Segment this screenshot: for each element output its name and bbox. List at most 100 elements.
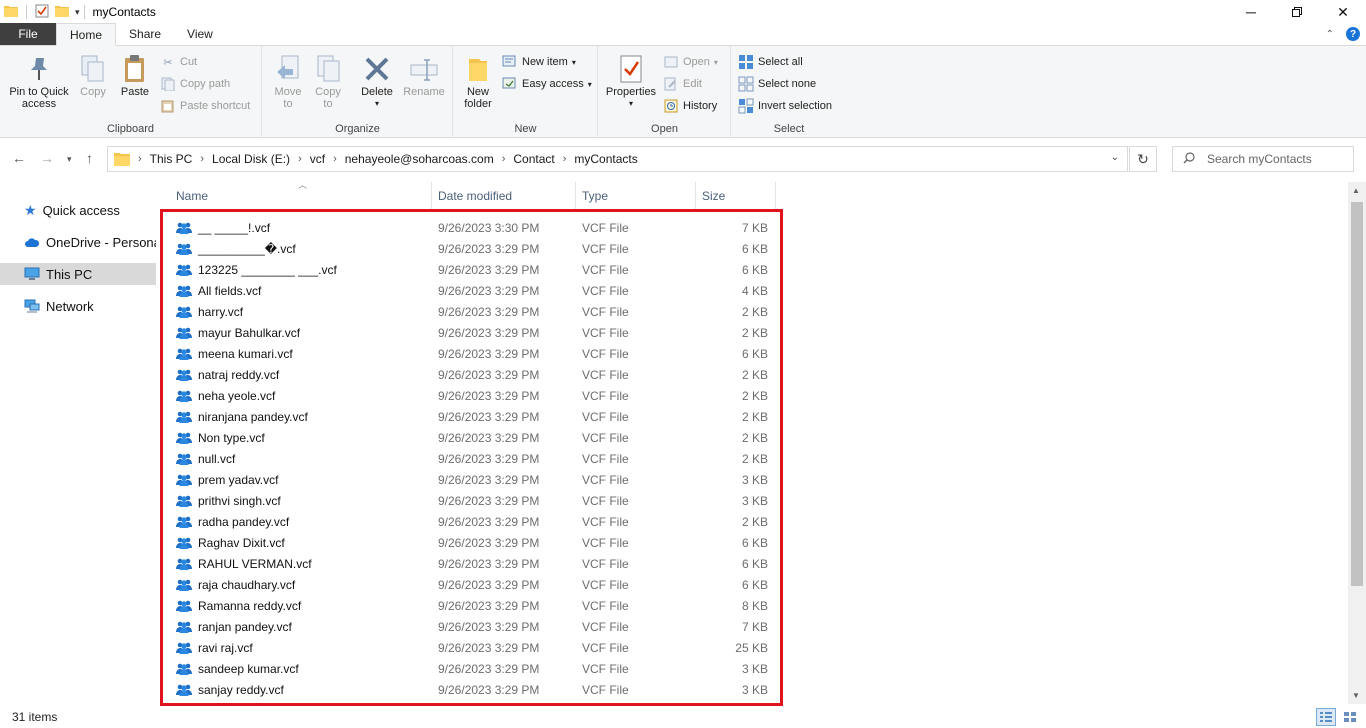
- edit-button[interactable]: Edit: [663, 74, 702, 94]
- address-folder-icon: [114, 152, 130, 166]
- ribbon: Pin to Quick access Copy Paste ✂ Cut Cop…: [0, 46, 1366, 138]
- search-box[interactable]: Search myContacts: [1172, 146, 1354, 172]
- file-size: 2 KB: [741, 409, 768, 424]
- breadcrumb-mycontacts[interactable]: myContacts: [574, 152, 637, 166]
- nav-onedrive[interactable]: OneDrive - Personal: [0, 231, 156, 253]
- column-header-date-modified[interactable]: Date modified: [432, 182, 576, 210]
- tab-file[interactable]: File: [0, 23, 56, 45]
- file-row[interactable]: Non type.vcf 9/26/2023 3:29 PM VCF File 2 K…: [170, 427, 774, 448]
- file-row[interactable]: null.vcf 9/26/2023 3:29 PM VCF File 2 KB: [170, 448, 774, 469]
- properties-button[interactable]: Properties ▾: [603, 52, 659, 110]
- large-icons-view-button[interactable]: [1340, 708, 1360, 726]
- delete-button[interactable]: Delete ▾: [359, 52, 395, 110]
- forward-arrow-icon[interactable]: →: [40, 150, 54, 166]
- address-bar[interactable]: › This PC › Local Disk (E:) › vcf › neha…: [107, 146, 1128, 172]
- file-size: 6 KB: [741, 535, 768, 550]
- nav-quick-access[interactable]: ★ Quick access: [0, 199, 156, 221]
- select-none-button[interactable]: Select none: [738, 74, 816, 94]
- file-name: neha yeole.vcf: [198, 388, 276, 403]
- column-header-type[interactable]: Type: [576, 182, 696, 210]
- open-icon: [663, 54, 679, 70]
- tab-view[interactable]: View: [174, 23, 226, 45]
- nav-network[interactable]: Network: [0, 295, 156, 317]
- copy-button[interactable]: Copy: [76, 52, 110, 98]
- help-icon[interactable]: ?: [1346, 27, 1360, 41]
- breadcrumb-email-folder[interactable]: nehayeole@soharcoas.com: [345, 152, 494, 166]
- select-all-button[interactable]: Select all: [738, 52, 803, 72]
- breadcrumb-local-disk[interactable]: Local Disk (E:): [212, 152, 290, 166]
- file-row[interactable]: __ _____!.vcf 9/26/2023 3:30 PM VCF File 7 …: [170, 217, 774, 238]
- copy-to-button[interactable]: Copy to: [311, 52, 345, 110]
- file-type: VCF File: [582, 388, 629, 403]
- pin-to-quick-access-button[interactable]: Pin to Quick access: [6, 52, 72, 110]
- column-header-name[interactable]: Name: [170, 182, 432, 210]
- file-row[interactable]: sanjay reddy.vcf 9/26/2023 3:29 PM VCF Fil…: [170, 679, 774, 700]
- file-row[interactable]: prem yadav.vcf 9/26/2023 3:29 PM VCF File 3…: [170, 469, 774, 490]
- file-row[interactable]: prithvi singh.vcf 9/26/2023 3:29 PM VCF Fi…: [170, 490, 774, 511]
- file-row[interactable]: radha pandey.vcf 9/26/2023 3:29 PM VCF Fil…: [170, 511, 774, 532]
- open-button[interactable]: Open ▾: [663, 52, 718, 72]
- file-row[interactable]: ranjan pandey.vcf 9/26/2023 3:29 PM VCF Fi…: [170, 616, 774, 637]
- file-row[interactable]: Raghav Dixit.vcf 9/26/2023 3:29 PM VCF Fil…: [170, 532, 774, 553]
- details-view-button[interactable]: [1316, 708, 1336, 726]
- file-row[interactable]: sandeep kumar.vcf 9/26/2023 3:29 PM VCF Fi…: [170, 658, 774, 679]
- easy-access-button[interactable]: Easy access ▾: [502, 74, 592, 94]
- ribbon-collapse-chevron-icon[interactable]: ⌃: [1326, 29, 1334, 40]
- rename-button[interactable]: Rename: [401, 52, 447, 98]
- new-item-button[interactable]: New item ▾: [502, 52, 576, 72]
- search-input[interactable]: Search myContacts: [1207, 152, 1312, 166]
- file-name: sandeep kumar.vcf: [198, 661, 299, 676]
- back-arrow-icon[interactable]: ←: [12, 150, 26, 166]
- cut-button[interactable]: ✂ Cut: [160, 52, 197, 72]
- file-size: 3 KB: [741, 661, 768, 676]
- move-to-button[interactable]: Move to: [271, 52, 305, 110]
- file-row[interactable]: All fields.vcf 9/26/2023 3:29 PM VCF File 4…: [170, 280, 774, 301]
- column-header-size[interactable]: Size: [696, 182, 776, 210]
- restore-button[interactable]: [1274, 0, 1320, 24]
- file-row[interactable]: harry.vcf 9/26/2023 3:29 PM VCF File 2 KB: [170, 301, 774, 322]
- file-row[interactable]: neha yeole.vcf 9/26/2023 3:29 PM VCF File 2…: [170, 385, 774, 406]
- organize-group: Move to Copy to Delete ▾ Rename Organize: [263, 46, 453, 138]
- tab-share[interactable]: Share: [116, 23, 174, 45]
- refresh-button[interactable]: ↻: [1129, 146, 1157, 172]
- file-date: 9/26/2023 3:29 PM: [438, 346, 540, 361]
- new-folder-button[interactable]: New folder: [460, 52, 496, 110]
- file-row[interactable]: raja chaudhary.vcf 9/26/2023 3:29 PM VCF F…: [170, 574, 774, 595]
- file-row[interactable]: RAHUL VERMAN.vcf 9/26/2023 3:29 PM VCF Fil…: [170, 553, 774, 574]
- copy-path-button[interactable]: Copy path: [160, 74, 230, 94]
- paste-shortcut-button[interactable]: Paste shortcut: [160, 96, 250, 116]
- new-folder-icon[interactable]: [55, 5, 69, 20]
- address-history-chevron-icon[interactable]: ⌄: [1111, 152, 1119, 163]
- qa-customize-chevron-icon[interactable]: ▾: [75, 7, 80, 18]
- scrollbar-thumb[interactable]: [1351, 202, 1363, 586]
- breadcrumb-vcf[interactable]: vcf: [310, 152, 325, 166]
- paste-button[interactable]: Paste: [117, 52, 153, 98]
- select-group: Select all Select none Invert selection …: [732, 46, 846, 138]
- file-row[interactable]: meena kumari.vcf 9/26/2023 3:29 PM VCF Fil…: [170, 343, 774, 364]
- nav-this-pc[interactable]: This PC: [0, 263, 156, 285]
- file-row[interactable]: natraj reddy.vcf 9/26/2023 3:29 PM VCF Fil…: [170, 364, 774, 385]
- recent-locations-chevron-icon[interactable]: ▾: [67, 154, 72, 165]
- vertical-scrollbar[interactable]: ▲ ▼: [1348, 182, 1366, 704]
- minimize-button[interactable]: ─: [1228, 0, 1274, 24]
- breadcrumb-contact[interactable]: Contact: [513, 152, 554, 166]
- tab-home[interactable]: Home: [56, 23, 117, 46]
- file-name-cell: prithvi singh.vcf: [176, 490, 281, 511]
- file-name-cell: neha yeole.vcf: [176, 385, 275, 406]
- invert-selection-button[interactable]: Invert selection: [738, 96, 832, 116]
- up-arrow-icon[interactable]: ↑: [86, 150, 93, 166]
- close-button[interactable]: ✕: [1320, 0, 1366, 24]
- breadcrumb-this-pc[interactable]: This PC: [150, 152, 193, 166]
- file-row[interactable]: niranjana pandey.vcf 9/26/2023 3:29 PM VCF…: [170, 406, 774, 427]
- history-button[interactable]: History: [663, 96, 717, 116]
- file-date: 9/26/2023 3:29 PM: [438, 388, 540, 403]
- properties-check-icon[interactable]: [35, 4, 49, 21]
- file-row[interactable]: Ramanna reddy.vcf 9/26/2023 3:29 PM VCF Fi…: [170, 595, 774, 616]
- scroll-up-chevron-icon[interactable]: ▲: [1352, 186, 1360, 195]
- file-row[interactable]: __________�.vcf 9/26/2023 3:29 PM VCF File…: [170, 238, 774, 259]
- file-row[interactable]: mayur Bahulkar.vcf 9/26/2023 3:29 PM VCF F…: [170, 322, 774, 343]
- file-date: 9/26/2023 3:29 PM: [438, 430, 540, 445]
- file-row[interactable]: ravi raj.vcf 9/26/2023 3:29 PM VCF File 25 …: [170, 637, 774, 658]
- scroll-down-chevron-icon[interactable]: ▼: [1352, 691, 1360, 700]
- file-row[interactable]: 123225 ________ ___.vcf 9/26/2023 3:29 PM…: [170, 259, 774, 280]
